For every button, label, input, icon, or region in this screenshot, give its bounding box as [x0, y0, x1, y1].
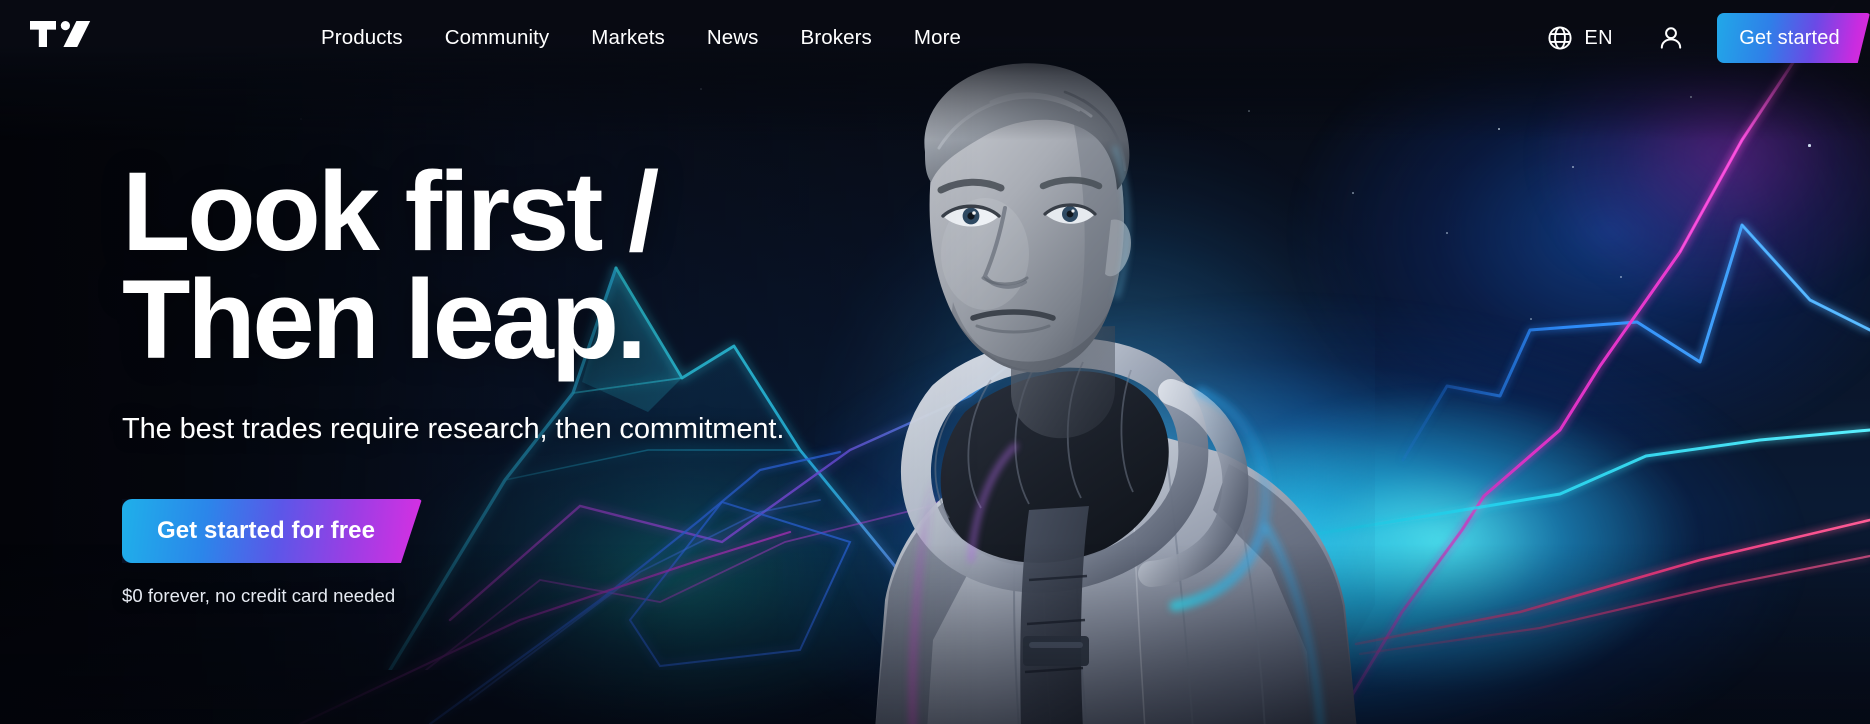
hero-cta-label: Get started for free: [156, 517, 376, 545]
tradingview-logo-icon: [30, 21, 91, 47]
nav-right-controls: EN Get started: [1537, 0, 1870, 76]
globe-icon: [1548, 26, 1572, 50]
language-selector[interactable]: EN: [1537, 19, 1623, 57]
hero-content: Look first / Then leap. The best trades …: [122, 156, 1122, 607]
tradingview-logo-link[interactable]: [30, 21, 94, 55]
language-label: EN: [1584, 26, 1613, 49]
hero-headline: Look first / Then leap.: [122, 156, 1122, 382]
top-navigation-bar: Products Community Markets News Brokers …: [0, 0, 1870, 76]
hero-headline-line2: Then leap.: [122, 256, 647, 382]
nav-item-products[interactable]: Products: [300, 18, 424, 58]
hero-section: Look first / Then leap. The best trades …: [0, 0, 1870, 724]
nav-item-brokers[interactable]: Brokers: [780, 18, 893, 58]
nav-item-markets[interactable]: Markets: [570, 18, 686, 58]
hero-subheadline: The best trades require research, then c…: [122, 413, 785, 446]
hero-get-started-button[interactable]: Get started for free: [122, 499, 422, 564]
nav-item-news[interactable]: News: [686, 18, 780, 58]
hero-headline-line1: Look first /: [122, 149, 659, 274]
hero-fineprint: $0 forever, no credit card needed: [122, 585, 396, 607]
nav-item-community[interactable]: Community: [424, 18, 571, 58]
nav-item-more[interactable]: More: [893, 18, 982, 58]
account-button[interactable]: [1649, 16, 1693, 60]
primary-nav-links: Products Community Markets News Brokers …: [300, 18, 982, 58]
header-get-started-button[interactable]: Get started: [1717, 13, 1870, 63]
header-cta-label: Get started: [1739, 26, 1840, 49]
user-icon: [1660, 27, 1682, 49]
